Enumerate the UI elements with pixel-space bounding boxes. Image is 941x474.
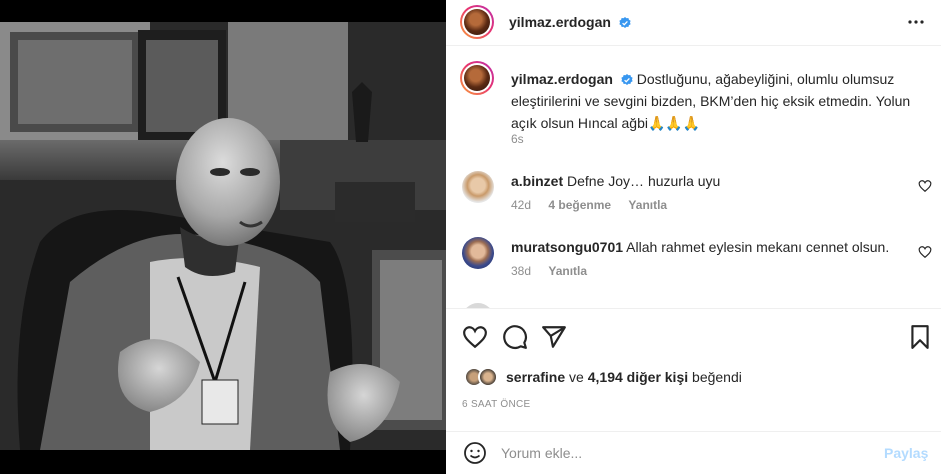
comment-likes[interactable]: 4 beğenme — [548, 198, 611, 212]
caption-username[interactable]: yilmaz.erdogan — [511, 71, 613, 87]
post-photo[interactable] — [0, 22, 446, 450]
verified-badge-icon — [619, 17, 631, 28]
comment-text: Allah rahmet eylesin mekanı cennet olsun… — [626, 239, 890, 255]
bookmark-icon[interactable] — [907, 324, 933, 350]
comment-username[interactable]: a.binzet — [511, 173, 563, 189]
heart-icon[interactable] — [462, 324, 488, 350]
likes-count[interactable]: 4,194 diğer kişi — [588, 369, 688, 385]
comment-username[interactable]: muratsongu0701 — [511, 239, 623, 255]
caption-time: 6s — [511, 132, 524, 146]
caption-text: yilmaz.erdogan Dostluğunu, ağabeyliğini,… — [511, 68, 921, 134]
more-options-icon[interactable] — [904, 12, 928, 32]
photo-pane — [0, 0, 446, 474]
author-avatar[interactable] — [460, 5, 494, 39]
likes-text: serrafine ve 4,194 diğer kişi beğendi — [506, 369, 742, 385]
author-username-row: yilmaz.erdogan — [509, 14, 631, 30]
add-comment-bar: Paylaş — [446, 431, 941, 474]
post-header: yilmaz.erdogan — [446, 0, 941, 46]
comment-text: Defne Joy… huzurla uyu — [567, 173, 721, 189]
action-bar — [446, 320, 941, 354]
comment-input[interactable] — [501, 442, 861, 464]
share-icon[interactable] — [541, 324, 567, 350]
liker-username[interactable]: serrafine — [506, 369, 565, 385]
commenter-avatar[interactable] — [462, 237, 494, 269]
caption-avatar[interactable] — [460, 61, 494, 95]
author-username[interactable]: yilmaz.erdogan — [509, 14, 611, 30]
comment-time[interactable]: 38d — [511, 264, 531, 278]
comment-meta: 38d Yanıtla — [511, 264, 601, 278]
comment-text-row: muratsongu0701 Allah rahmet eylesin meka… — [511, 238, 889, 256]
post-comment-button[interactable]: Paylaş — [884, 445, 928, 461]
verified-badge-icon — [621, 74, 633, 85]
commenter-avatar[interactable] — [462, 171, 494, 203]
commenter-avatar[interactable] — [462, 303, 494, 308]
likes-suffix: beğendi — [692, 369, 742, 385]
posted-time[interactable]: 6 SAAT ÖNCE — [462, 399, 531, 410]
reply-button[interactable]: Yanıtla — [548, 264, 587, 278]
reply-button[interactable]: Yanıtla — [628, 198, 667, 212]
comment-text-row: a.binzet Defne Joy… huzurla uyu — [511, 172, 720, 190]
emoji-icon[interactable] — [463, 441, 487, 465]
comment-meta: 42d 4 beğenme Yanıtla — [511, 198, 681, 212]
comments-section[interactable]: yilmaz.erdogan Dostluğunu, ağabeyliğini,… — [446, 47, 941, 309]
comment-time[interactable]: 42d — [511, 198, 531, 212]
likes-connector: ve — [569, 369, 584, 385]
post-panel: yilmaz.erdogan yilmaz.erdogan Dostluğunu… — [446, 0, 941, 474]
comment-like-icon[interactable] — [918, 179, 932, 193]
liker-avatar[interactable] — [478, 367, 498, 387]
comment-like-icon[interactable] — [918, 245, 932, 259]
comment-icon[interactable] — [502, 324, 528, 350]
photo-illustration — [0, 22, 446, 450]
